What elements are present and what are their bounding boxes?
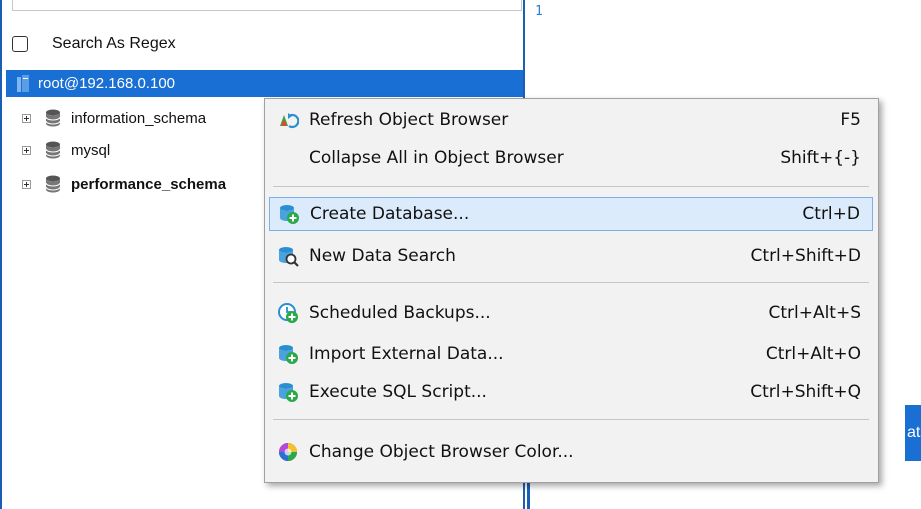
expand-icon[interactable]	[22, 113, 31, 123]
menu-item-change-object-browser-color[interactable]: Change Object Browser Color...	[269, 435, 873, 469]
menu-item-collapse-all[interactable]: Collapse All in Object Browser Shift+{-}	[269, 141, 873, 175]
menu-item-label: Create Database...	[310, 204, 470, 224]
toolbar-button-label: at	[907, 424, 921, 441]
expand-icon[interactable]	[22, 179, 31, 189]
menu-item-label: Collapse All in Object Browser	[309, 148, 564, 168]
refresh-icon	[277, 109, 299, 131]
menu-item-shortcut: Ctrl+Shift+Q	[750, 382, 861, 402]
tree-root-connection[interactable]: root@192.168.0.100	[6, 70, 523, 97]
menu-item-refresh-object-browser[interactable]: Refresh Object Browser F5	[269, 103, 873, 137]
menu-item-shortcut: Ctrl+D	[802, 204, 860, 224]
menu-item-label: Refresh Object Browser	[309, 110, 509, 130]
database-search-icon	[277, 245, 299, 267]
database-icon	[45, 109, 61, 127]
editor-line-number: 1	[535, 4, 543, 19]
menu-separator	[273, 186, 869, 187]
database-execute-icon	[277, 381, 299, 403]
database-icon	[45, 175, 61, 193]
tree-item-database[interactable]: performance_schema	[22, 172, 226, 196]
tree-root-label: root@192.168.0.100	[38, 75, 175, 92]
menu-item-shortcut: Ctrl+Alt+S	[768, 303, 861, 323]
menu-item-label: Change Object Browser Color...	[309, 442, 574, 462]
menu-item-new-data-search[interactable]: New Data Search Ctrl+Shift+D	[269, 239, 873, 273]
menu-item-shortcut: Shift+{-}	[780, 148, 861, 168]
search-as-regex-checkbox[interactable]	[12, 36, 28, 52]
menu-item-label: Scheduled Backups...	[309, 303, 491, 323]
tree-item-label: performance_schema	[71, 175, 227, 193]
database-icon	[45, 141, 61, 159]
tree-item-database[interactable]: information_schema	[22, 106, 206, 130]
menu-item-shortcut: Ctrl+Shift+D	[750, 246, 861, 266]
menu-item-execute-sql-script[interactable]: Execute SQL Script... Ctrl+Shift+Q	[269, 375, 873, 409]
menu-item-shortcut: Ctrl+Alt+O	[765, 344, 861, 364]
tree-item-database[interactable]: mysql	[22, 138, 110, 162]
search-as-regex-label: Search As Regex	[52, 35, 176, 52]
menu-item-import-external-data[interactable]: Import External Data... Ctrl+Alt+O	[269, 337, 873, 371]
color-wheel-icon	[277, 441, 299, 463]
menu-item-shortcut: F5	[840, 110, 861, 130]
search-input[interactable]	[12, 0, 522, 11]
tree-item-label: information_schema	[71, 109, 207, 127]
menu-item-scheduled-backups[interactable]: Scheduled Backups... Ctrl+Alt+S	[269, 296, 873, 330]
toolbar-button-partial[interactable]: at	[905, 405, 921, 461]
database-add-icon	[278, 203, 300, 225]
expand-icon[interactable]	[22, 145, 31, 155]
menu-icon-placeholder	[277, 147, 299, 169]
server-icon	[16, 74, 30, 93]
tree-item-label: mysql	[71, 141, 111, 159]
menu-separator	[273, 282, 869, 283]
database-import-icon	[277, 343, 299, 365]
menu-item-create-database[interactable]: Create Database... Ctrl+D	[269, 197, 873, 231]
menu-item-label: Execute SQL Script...	[309, 382, 487, 402]
context-menu: Refresh Object Browser F5 Collapse All i…	[264, 98, 879, 483]
menu-item-label: Import External Data...	[309, 344, 504, 364]
menu-separator	[273, 419, 869, 420]
menu-item-label: New Data Search	[309, 246, 456, 266]
clock-add-icon	[277, 302, 299, 324]
search-as-regex-option[interactable]: Search As Regex	[12, 30, 176, 58]
